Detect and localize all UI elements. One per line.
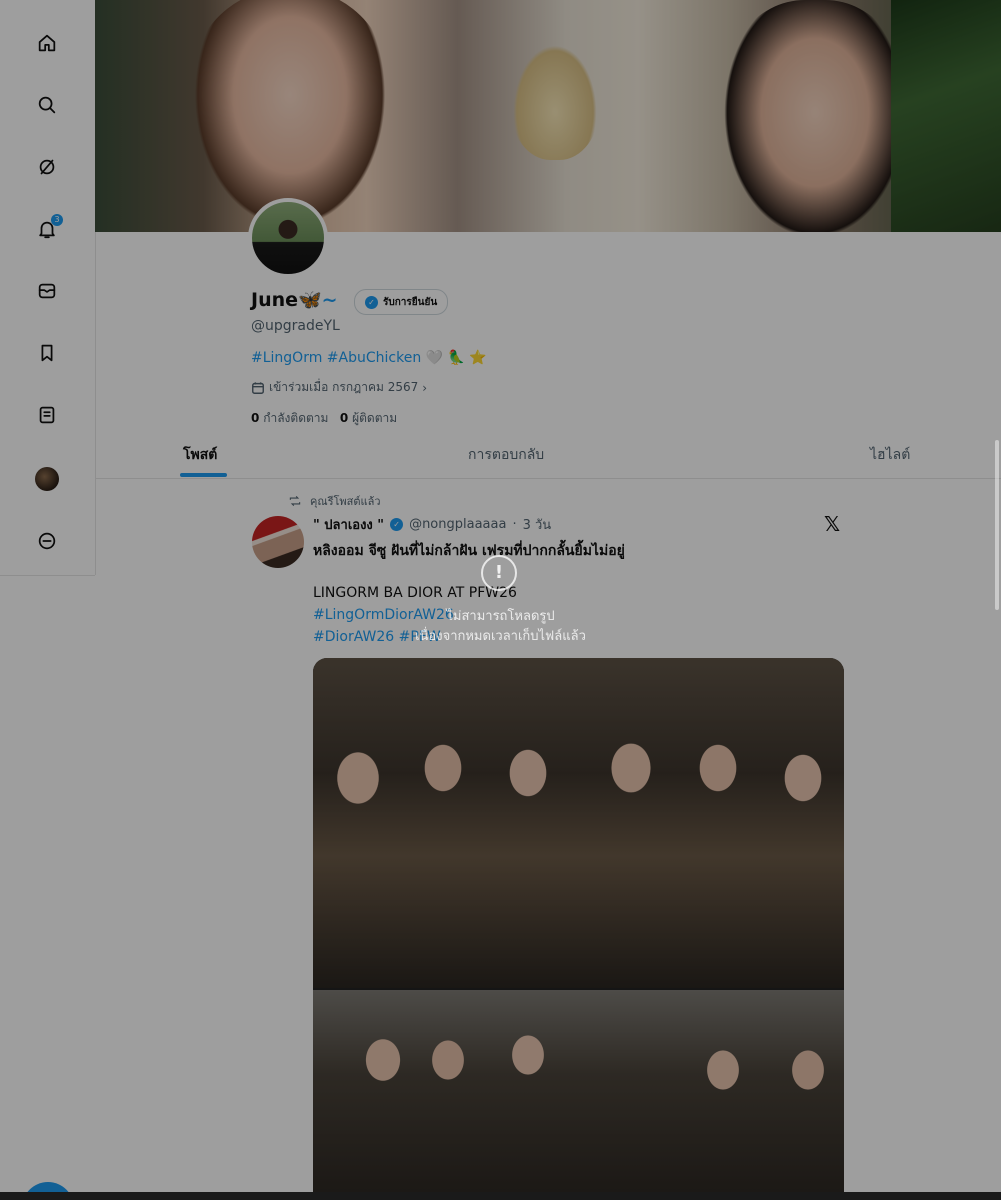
get-verified-label: รับการยืนยัน <box>383 296 438 308</box>
sidebar-item-search[interactable] <box>26 84 68 126</box>
profile-handle: @upgradeYL <box>251 318 340 334</box>
post-header: " ปลาเองง " ✓ @nongplaaaaa · 3 วัน <box>313 514 551 535</box>
profile-avatar[interactable] <box>248 198 328 278</box>
verified-badge-icon: ✓ <box>390 518 404 531</box>
bio-emoji: 🤍 🦜 ⭐ <box>425 350 487 366</box>
notification-badge: 3 <box>51 214 63 226</box>
sidebar-item-bookmarks[interactable] <box>26 332 68 374</box>
banner-foliage <box>891 0 1001 232</box>
repost-indicator: คุณรีโพสต์แล้ว <box>288 492 381 510</box>
display-name-suffix: 🦋~ <box>298 289 338 311</box>
profile-bio: #LingOrm #AbuChicken 🤍 🦜 ⭐ <box>251 350 487 366</box>
following-link[interactable]: 0 กำลังติดตาม <box>251 411 328 425</box>
follow-stats: 0 กำลังติดตาม 0 ผู้ติดตาม <box>251 409 397 428</box>
bottom-bar <box>0 1192 1001 1200</box>
repost-icon <box>289 495 301 507</box>
banner-person-right <box>715 0 915 232</box>
sidebar-item-messages[interactable] <box>26 270 68 312</box>
post-photo[interactable] <box>313 990 844 1200</box>
home-icon <box>38 34 56 52</box>
calendar-icon <box>252 381 264 394</box>
more-circle-icon <box>38 532 56 550</box>
repost-label: คุณรีโพสต์แล้ว <box>310 495 381 508</box>
active-tab-indicator <box>180 473 227 477</box>
banner-glass <box>510 40 600 160</box>
post-text-line: LINGORM BA DIOR AT PFW26 <box>313 585 517 601</box>
error-line-1: ไม่สามารถโหลดรูป <box>446 609 555 624</box>
media-error-message: ไม่สามารถโหลดรูป เนื่องจากหมดเวลาเก็บไฟล… <box>0 607 1001 647</box>
post-media-grid <box>313 658 844 1200</box>
profile-tabs: โพสต์ การตอบกลับ ไฮไลต์ <box>95 432 1001 479</box>
post-author-handle[interactable]: @nongplaaaaa <box>409 517 506 532</box>
profile-page: 3 June🦋~ ✓ รับการยืนยัน @upgradeYL #Ling… <box>0 0 1001 1200</box>
post-author-avatar[interactable] <box>252 516 304 568</box>
list-icon <box>39 406 55 424</box>
x-logo-icon: 𝕏 <box>824 512 841 536</box>
sidebar-item-home[interactable] <box>26 22 68 64</box>
followers-link[interactable]: 0 ผู้ติดตาม <box>340 411 397 425</box>
post-author-name[interactable]: " ปลาเองง " <box>313 514 384 535</box>
following-count: 0 <box>251 411 260 425</box>
tab-replies[interactable]: การตอบกลับ <box>468 444 544 466</box>
verified-badge-icon: ✓ <box>365 295 378 309</box>
tab-posts[interactable]: โพสต์ <box>183 444 217 466</box>
followers-label: ผู้ติดตาม <box>352 411 398 425</box>
post-text: หลิงออม จีซู ฝันที่ไม่กล้าฝัน เฟรมที่ปาก… <box>313 543 625 559</box>
joined-date-text: เข้าร่วมเมื่อ กรกฎาคม 2567 <box>269 380 419 394</box>
mail-icon <box>38 283 56 299</box>
post-photo[interactable] <box>313 658 844 988</box>
dot-separator: · <box>512 517 517 532</box>
sidebar-item-lists[interactable] <box>26 394 68 436</box>
sidebar-divider <box>0 575 95 576</box>
sidebar-item-notifications[interactable]: 3 <box>26 208 68 250</box>
search-icon <box>38 96 56 114</box>
chevron-right-icon[interactable]: › <box>422 381 427 395</box>
sidebar-item-grok[interactable] <box>26 146 68 188</box>
grok-icon <box>39 159 55 175</box>
get-verified-button[interactable]: ✓ รับการยืนยัน <box>354 289 449 315</box>
bio-hashtags[interactable]: #LingOrm #AbuChicken <box>251 350 421 366</box>
sidebar-item-profile[interactable] <box>26 458 68 500</box>
error-line-2: เนื่องจากหมดเวลาเก็บไฟล์แล้ว <box>415 629 586 644</box>
following-label: กำลังติดตาม <box>263 411 329 425</box>
display-name-text: June <box>251 289 299 311</box>
followers-count: 0 <box>339 411 349 425</box>
error-icon: ! <box>481 555 517 591</box>
avatar <box>35 467 59 491</box>
bookmark-icon <box>41 344 53 362</box>
post-timestamp[interactable]: 3 วัน <box>523 514 552 535</box>
sidebar-nav: 3 <box>0 0 96 575</box>
tab-highlights[interactable]: ไฮไลต์ <box>870 444 910 466</box>
sidebar-item-more[interactable] <box>26 520 68 562</box>
scrollbar[interactable] <box>995 440 999 610</box>
joined-date: เข้าร่วมเมื่อ กรกฎาคม 2567 › <box>251 378 427 397</box>
profile-banner[interactable] <box>95 0 1001 232</box>
display-name: June🦋~ <box>251 288 338 311</box>
